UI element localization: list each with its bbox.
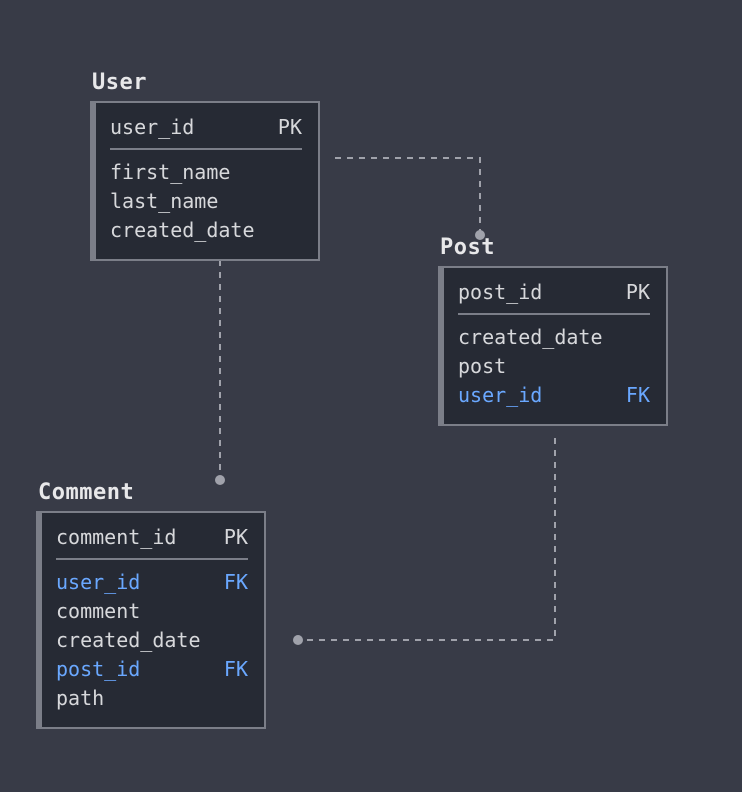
entity-comment-fields: user_id FK commentcreated_datepost_id FK pat… bbox=[56, 568, 248, 713]
field-row: user_id FK bbox=[56, 568, 248, 597]
field-name: path bbox=[56, 684, 104, 713]
field-row: created_date bbox=[56, 626, 248, 655]
field-row: post bbox=[458, 352, 650, 381]
separator bbox=[458, 313, 650, 315]
entity-user-fields: first_namelast_namecreated_date bbox=[110, 158, 302, 245]
field-name: last_name bbox=[110, 187, 218, 216]
field-name: user_id bbox=[458, 381, 542, 410]
entity-comment: Comment comment_id PK user_id FK commentcr… bbox=[36, 480, 266, 729]
field-name: user_id bbox=[110, 113, 194, 142]
entity-comment-title: Comment bbox=[38, 480, 266, 505]
field-name: post_id bbox=[56, 655, 140, 684]
entity-comment-box: comment_id PK user_id FK commentcreated_da… bbox=[36, 511, 266, 729]
field-row: created_date bbox=[110, 216, 302, 245]
field-row: first_name bbox=[110, 158, 302, 187]
field-name: created_date bbox=[458, 323, 603, 352]
pk-tag: PK bbox=[224, 523, 248, 552]
field-row: last_name bbox=[110, 187, 302, 216]
entity-post-fields: created_datepostuser_id FK bbox=[458, 323, 650, 410]
field-row: user_id FK bbox=[458, 381, 650, 410]
entity-user-title: User bbox=[92, 70, 320, 95]
separator bbox=[56, 558, 248, 560]
entity-post-title: Post bbox=[440, 235, 668, 260]
entity-user: User user_id PK first_namelast_namecreat… bbox=[90, 70, 320, 261]
entity-user-pk-row: user_id PK bbox=[110, 113, 302, 142]
field-row: created_date bbox=[458, 323, 650, 352]
field-name: post bbox=[458, 352, 506, 381]
field-name: comment bbox=[56, 597, 140, 626]
field-name: post_id bbox=[458, 278, 542, 307]
field-row: post_id FK bbox=[56, 655, 248, 684]
pk-tag: PK bbox=[278, 113, 302, 142]
entity-post-pk-row: post_id PK bbox=[458, 278, 650, 307]
er-diagram-canvas: User user_id PK first_namelast_namecreat… bbox=[0, 0, 742, 792]
field-name: user_id bbox=[56, 568, 140, 597]
entity-post-box: post_id PK created_datepostuser_id FK bbox=[438, 266, 668, 426]
field-name: comment_id bbox=[56, 523, 176, 552]
field-row: comment bbox=[56, 597, 248, 626]
fk-tag: FK bbox=[224, 655, 248, 684]
field-name: created_date bbox=[110, 216, 255, 245]
separator bbox=[110, 148, 302, 150]
entity-comment-pk-row: comment_id PK bbox=[56, 523, 248, 552]
entity-post: Post post_id PK created_datepostuser_id F… bbox=[438, 235, 668, 426]
field-name: first_name bbox=[110, 158, 230, 187]
entity-user-box: user_id PK first_namelast_namecreated_da… bbox=[90, 101, 320, 261]
field-row: path bbox=[56, 684, 248, 713]
field-name: created_date bbox=[56, 626, 201, 655]
fk-tag: FK bbox=[224, 568, 248, 597]
fk-tag: FK bbox=[626, 381, 650, 410]
pk-tag: PK bbox=[626, 278, 650, 307]
